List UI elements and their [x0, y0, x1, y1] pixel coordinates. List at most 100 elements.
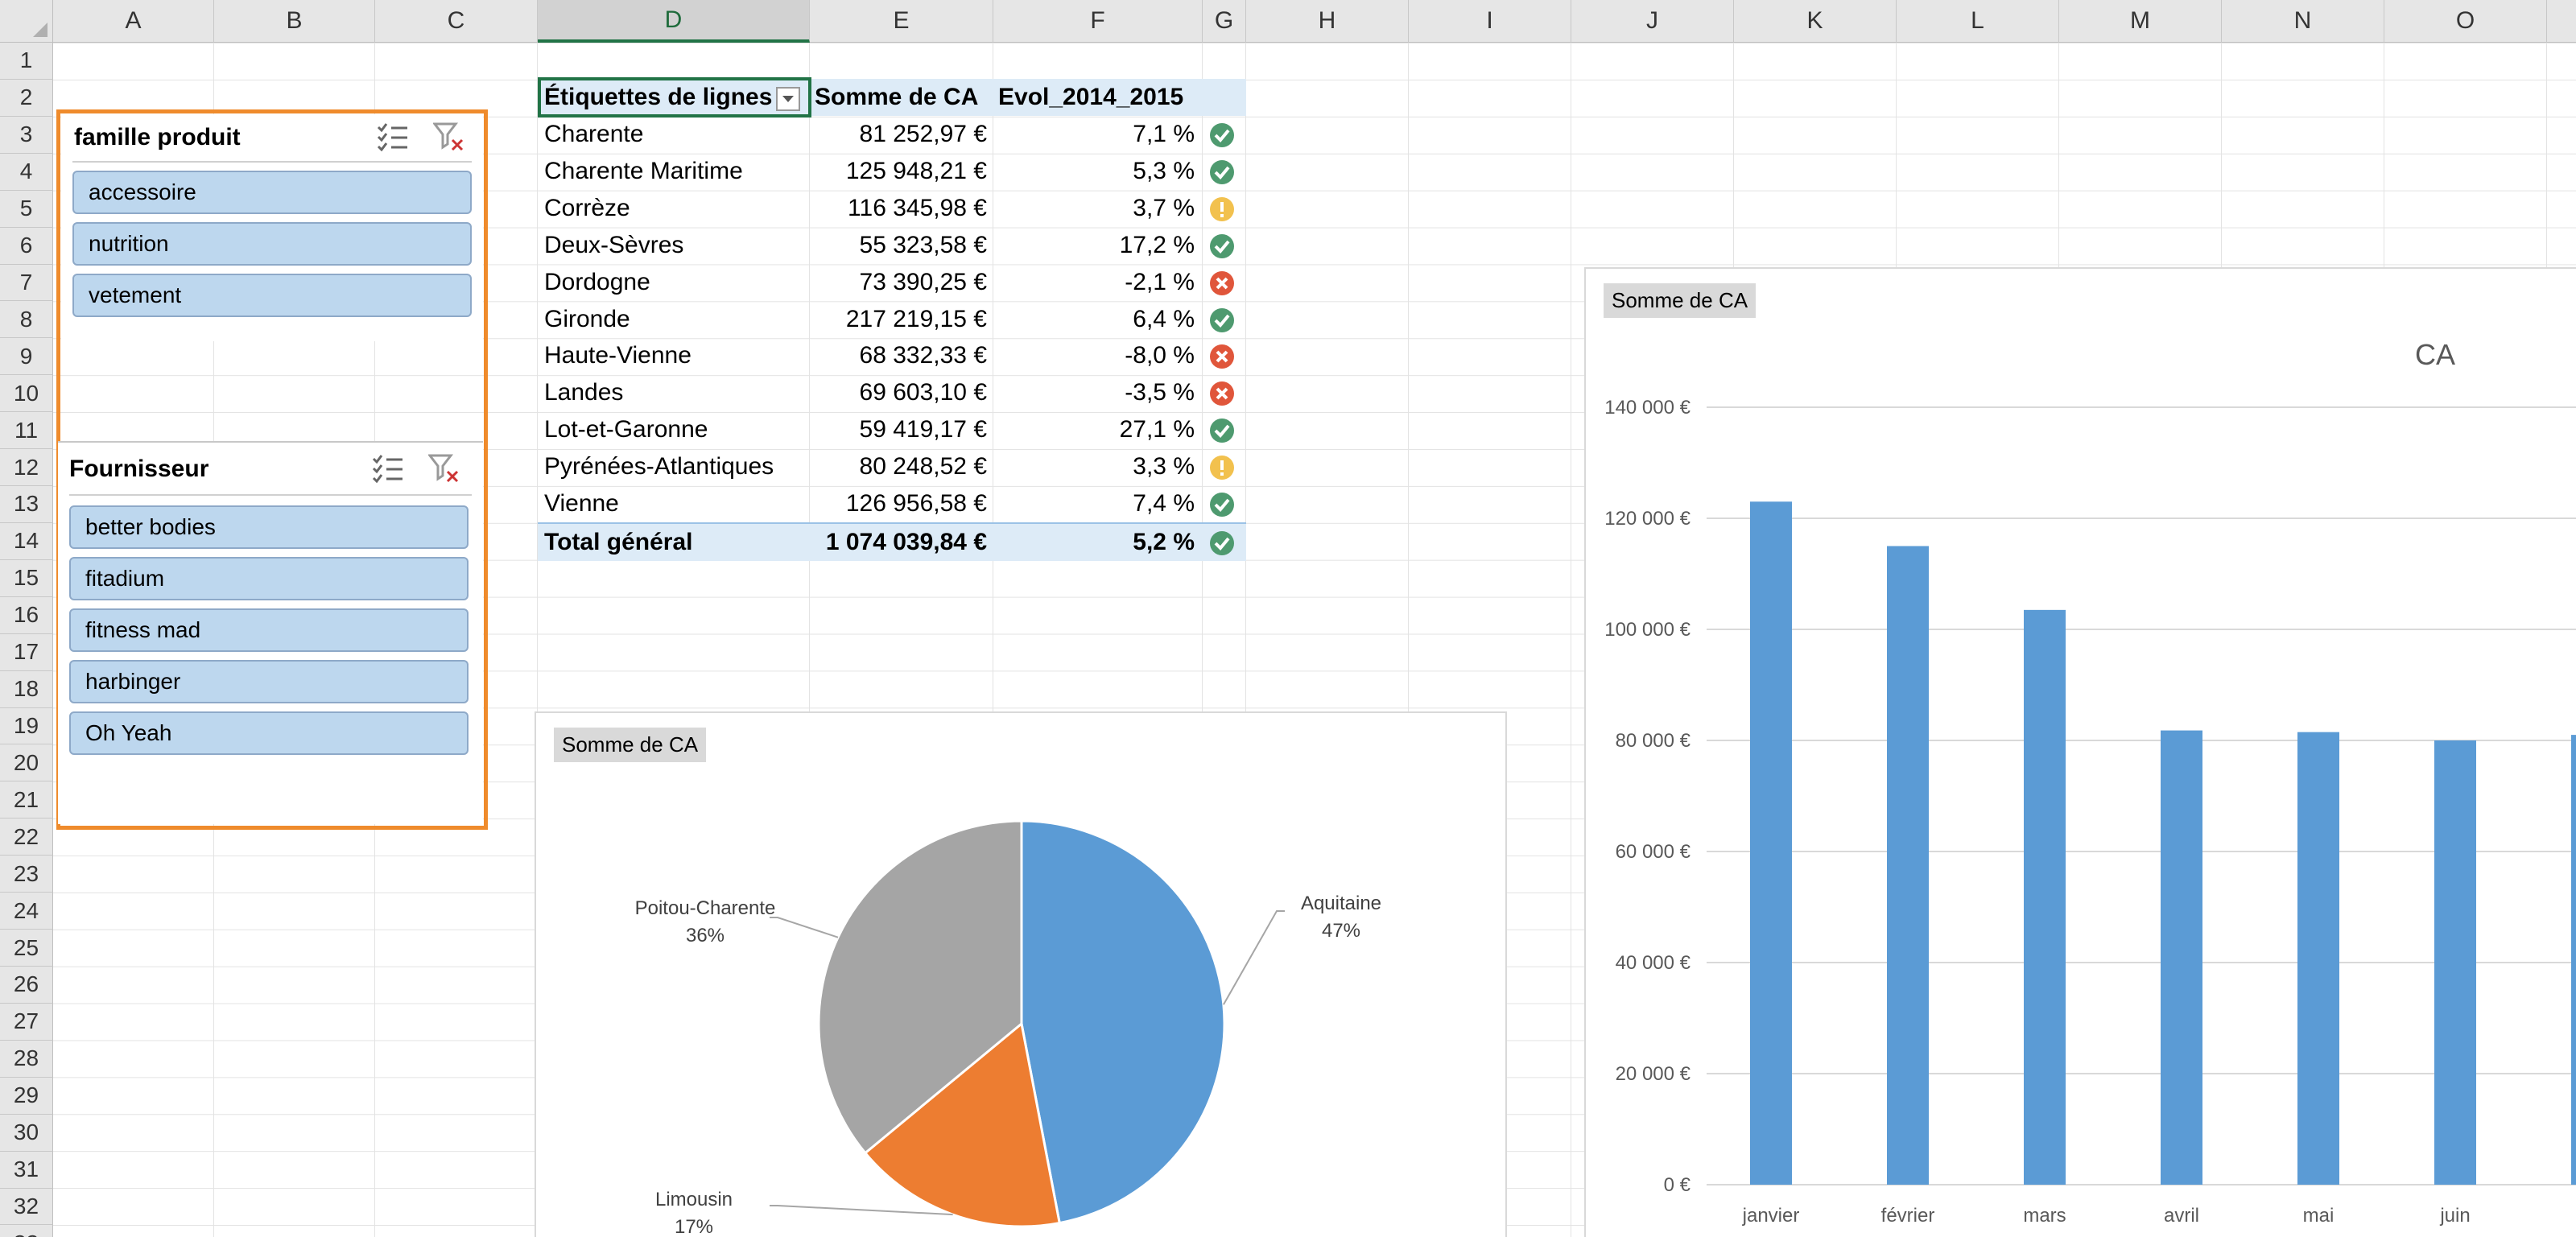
row-header-10[interactable]: 10 — [0, 375, 53, 413]
bar-chart[interactable]: Somme de CA CA 0 €20 000 €40 000 €60 000… — [1584, 267, 2576, 1237]
row-header-23[interactable]: 23 — [0, 856, 53, 893]
row-header-4[interactable]: 4 — [0, 153, 53, 191]
row-header-21[interactable]: 21 — [0, 781, 53, 819]
row-header-30[interactable]: 30 — [0, 1114, 53, 1152]
status-ok-icon — [1209, 492, 1235, 517]
row-header-33[interactable]: 33 — [0, 1225, 53, 1237]
column-header-f[interactable]: F — [993, 0, 1203, 43]
row-header-17[interactable]: 17 — [0, 633, 53, 671]
row-header-11[interactable]: 11 — [0, 412, 53, 450]
select-all-corner[interactable] — [0, 0, 53, 43]
pivot-row[interactable]: Pyrénées-Atlantiques 80 248,52 € 3,3 % — [538, 448, 1246, 485]
row-header-9[interactable]: 9 — [0, 338, 53, 376]
bar-avril[interactable] — [2161, 730, 2202, 1185]
column-header-j[interactable]: J — [1571, 0, 1734, 43]
row-header-6[interactable]: 6 — [0, 227, 53, 265]
pivot-row[interactable]: Charente Maritime 125 948,21 € 5,3 % — [538, 153, 1246, 190]
column-header-o[interactable]: O — [2384, 0, 2547, 43]
column-header-l[interactable]: L — [1897, 0, 2059, 43]
row-header-25[interactable]: 25 — [0, 930, 53, 967]
slicer-item[interactable]: vetement — [72, 274, 472, 317]
row-header-7[interactable]: 7 — [0, 264, 53, 302]
row-header-27[interactable]: 27 — [0, 1003, 53, 1041]
column-header-b[interactable]: B — [214, 0, 375, 43]
status-ok-icon — [1209, 307, 1235, 333]
column-header-e[interactable]: E — [810, 0, 993, 43]
spreadsheet[interactable]: ABCDEFGHIJKLMNOP 12345678910111213141516… — [0, 0, 2576, 1237]
bar-juin[interactable] — [2434, 740, 2476, 1185]
column-header-m[interactable]: M — [2059, 0, 2222, 43]
clear-filter-icon[interactable] — [427, 454, 460, 487]
row-header-20[interactable]: 20 — [0, 744, 53, 782]
bar-janvier[interactable] — [1750, 501, 1792, 1185]
column-header-p[interactable]: P — [2547, 0, 2576, 43]
row-header-29[interactable]: 29 — [0, 1077, 53, 1115]
column-header-c[interactable]: C — [375, 0, 538, 43]
column-header-a[interactable]: A — [53, 0, 214, 43]
slicer-item[interactable]: harbinger — [69, 660, 469, 703]
row-header-14[interactable]: 14 — [0, 522, 53, 560]
row-labels-filter-button[interactable] — [776, 87, 800, 111]
slicer-item[interactable]: better bodies — [69, 505, 469, 549]
pivot-total-row[interactable]: Total général 1 074 039,84 € 5,2 % — [538, 522, 1246, 562]
row-header-8[interactable]: 8 — [0, 301, 53, 339]
pivot-row[interactable]: Haute-Vienne 68 332,33 € -8,0 % — [538, 337, 1246, 374]
column-header-k[interactable]: K — [1734, 0, 1897, 43]
bar-mai[interactable] — [2297, 732, 2339, 1185]
pivot-row[interactable]: Deux-Sèvres 55 323,58 € 17,2 % — [538, 227, 1246, 264]
pivot-row[interactable]: Landes 69 603,10 € -3,5 % — [538, 374, 1246, 411]
pivot-ca-value: 116 345,98 € — [848, 194, 987, 221]
slicer-famille-produit[interactable]: famille produit accessoire nutrition vetem… — [61, 114, 483, 341]
column-header-h[interactable]: H — [1246, 0, 1409, 43]
status-ok-icon — [1209, 418, 1235, 443]
pivot-header-evol[interactable]: Evol_2014_2015 — [998, 79, 1183, 116]
pivot-row-label: Landes — [544, 379, 624, 406]
pivot-row[interactable]: Dordogne 73 390,25 € -2,1 % — [538, 264, 1246, 301]
pivot-row[interactable]: Corrèze 116 345,98 € 3,7 % — [538, 190, 1246, 227]
bar-j[interactable] — [2571, 735, 2576, 1185]
row-header-3[interactable]: 3 — [0, 116, 53, 154]
clear-filter-icon[interactable] — [431, 122, 465, 155]
pivot-evol-value: 7,4 % — [1133, 490, 1195, 517]
pivot-header-labels[interactable]: Étiquettes de lignes — [544, 79, 772, 116]
row-header-31[interactable]: 31 — [0, 1151, 53, 1189]
slicer-item[interactable]: nutrition — [72, 222, 472, 266]
slicer-item[interactable]: accessoire — [72, 171, 472, 214]
pivot-row[interactable]: Gironde 217 219,15 € 6,4 % — [538, 301, 1246, 338]
pivot-row-label: Lot-et-Garonne — [544, 416, 708, 443]
row-header-22[interactable]: 22 — [0, 818, 53, 856]
multi-select-icon[interactable] — [377, 122, 409, 155]
column-header-d[interactable]: D — [538, 0, 810, 43]
slicer-item[interactable]: fitadium — [69, 557, 469, 600]
pivot-header-ca[interactable]: Somme de CA — [815, 79, 978, 116]
row-header-13[interactable]: 13 — [0, 486, 53, 523]
pivot-row[interactable]: Charente 81 252,97 € 7,1 % — [538, 116, 1246, 153]
multi-select-icon[interactable] — [372, 454, 404, 487]
row-header-15[interactable]: 15 — [0, 559, 53, 597]
pivot-row[interactable]: Lot-et-Garonne 59 419,17 € 27,1 % — [538, 411, 1246, 448]
bar-mars[interactable] — [2024, 609, 2066, 1185]
row-header-24[interactable]: 24 — [0, 893, 53, 930]
pie-chart[interactable]: Somme de CA Aquitaine 47% Limousin 17% Poito… — [535, 711, 1507, 1237]
row-header-2[interactable]: 2 — [0, 79, 53, 117]
column-header-g[interactable]: G — [1203, 0, 1246, 43]
row-header-5[interactable]: 5 — [0, 190, 53, 228]
row-header-18[interactable]: 18 — [0, 670, 53, 708]
pivot-row[interactable]: Vienne 126 956,58 € 7,4 % — [538, 485, 1246, 522]
row-header-19[interactable]: 19 — [0, 707, 53, 745]
row-header-28[interactable]: 28 — [0, 1040, 53, 1078]
slicer-item[interactable]: fitness mad — [69, 608, 469, 652]
slicer-separator — [69, 494, 472, 496]
column-header-i[interactable]: I — [1409, 0, 1571, 43]
row-header-26[interactable]: 26 — [0, 967, 53, 1004]
pie-slice-aquitaine[interactable] — [1020, 819, 1226, 1225]
row-header-16[interactable]: 16 — [0, 596, 53, 634]
row-header-32[interactable]: 32 — [0, 1188, 53, 1226]
column-header-n[interactable]: N — [2222, 0, 2384, 43]
row-header-1[interactable]: 1 — [0, 43, 53, 80]
row-header-12[interactable]: 12 — [0, 449, 53, 487]
bar-février[interactable] — [1887, 546, 1929, 1185]
slicer-item[interactable]: Oh Yeah — [69, 711, 469, 755]
bar-x-tick-label: mars — [2023, 1205, 2066, 1227]
slicer-fournisseur[interactable]: Fournisseur better bodies fitadium fitness… — [58, 441, 483, 824]
